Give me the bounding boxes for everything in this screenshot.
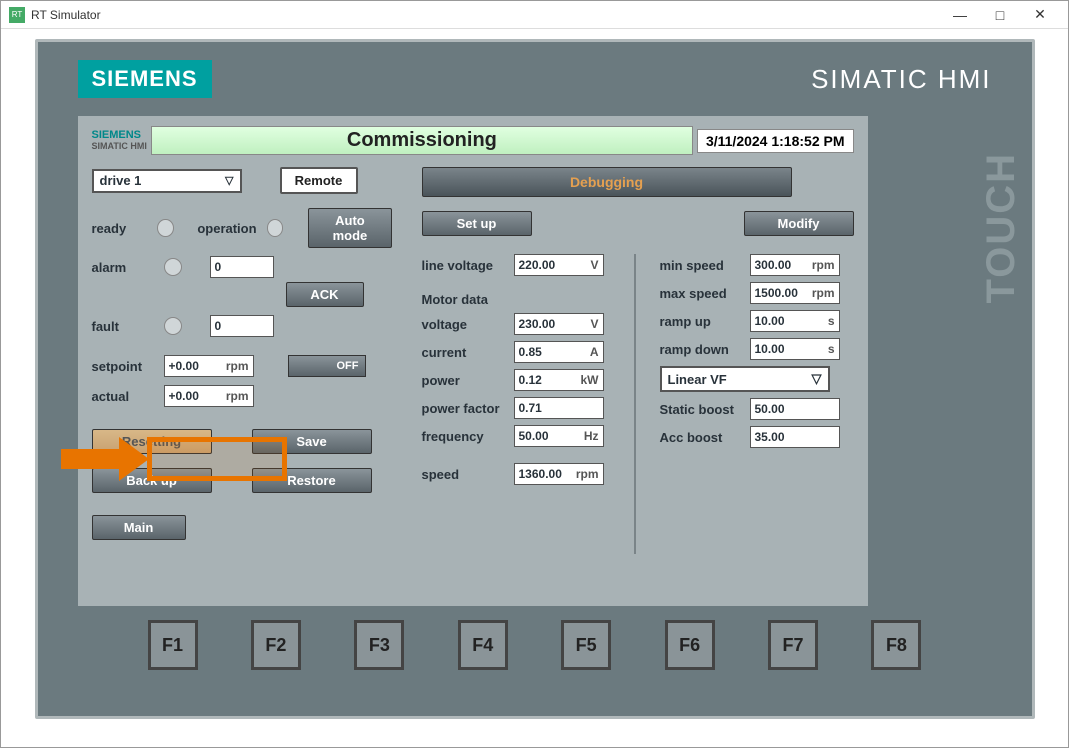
setup-button[interactable]: Set up <box>422 211 532 236</box>
siemens-logo: SIEMENS <box>78 60 212 98</box>
app-icon: RT <box>9 7 25 23</box>
setpoint-value-box[interactable]: +0.00 rpm <box>164 355 254 377</box>
header-brand: SIEMENS <box>92 130 147 141</box>
f6-key[interactable]: F6 <box>665 620 715 670</box>
line-voltage-box[interactable]: 220.00V <box>514 254 604 276</box>
fault-indicator <box>164 317 182 335</box>
min-speed-label: min speed <box>660 258 744 273</box>
close-button[interactable]: ✕ <box>1020 5 1060 25</box>
actual-unit: rpm <box>226 389 249 403</box>
acc-boost-box[interactable]: 35.00 <box>750 426 840 448</box>
current-box[interactable]: 0.85A <box>514 341 604 363</box>
voltage-label: voltage <box>422 317 508 332</box>
alarm-indicator <box>164 258 182 276</box>
f3-key[interactable]: F3 <box>354 620 404 670</box>
drive-select-value: drive 1 <box>100 173 142 188</box>
operation-label: operation <box>197 221 256 236</box>
fault-label: fault <box>92 319 154 334</box>
annotation-highlight <box>147 437 287 481</box>
line-voltage-label: line voltage <box>422 258 508 273</box>
static-boost-label: Static boost <box>660 402 744 417</box>
operation-indicator <box>267 219 283 237</box>
remote-button[interactable]: Remote <box>280 167 358 194</box>
vf-select[interactable]: Linear VF ▽ <box>660 366 830 392</box>
f2-key[interactable]: F2 <box>251 620 301 670</box>
freq-label: frequency <box>422 429 508 444</box>
ramp-down-box[interactable]: 10.00s <box>750 338 840 360</box>
ramp-up-box[interactable]: 10.00s <box>750 310 840 332</box>
automode-button[interactable]: Auto mode <box>308 208 391 248</box>
ramp-down-label: ramp down <box>660 342 744 357</box>
motor-data-label: Motor data <box>422 292 488 307</box>
min-speed-box[interactable]: 300.00rpm <box>750 254 840 276</box>
speed-box[interactable]: 1360.00rpm <box>514 463 604 485</box>
power-box[interactable]: 0.12kW <box>514 369 604 391</box>
actual-value-box: +0.00 rpm <box>164 385 254 407</box>
drive-select[interactable]: drive 1 ▽ <box>92 169 242 193</box>
setpoint-label: setpoint <box>92 359 154 374</box>
main-button[interactable]: Main <box>92 515 186 540</box>
actual-label: actual <box>92 389 154 404</box>
actual-value: +0.00 <box>169 389 199 403</box>
modify-button[interactable]: Modify <box>744 211 854 236</box>
window-title: RT Simulator <box>31 8 940 22</box>
power-label: power <box>422 373 508 388</box>
max-speed-label: max speed <box>660 286 744 301</box>
maximize-button[interactable]: □ <box>980 5 1020 25</box>
alarm-value-box[interactable]: 0 <box>210 256 274 278</box>
ready-indicator <box>157 219 173 237</box>
setpoint-value: +0.00 <box>169 359 199 373</box>
datetime-display: 3/11/2024 1:18:52 PM <box>697 129 854 153</box>
vf-select-value: Linear VF <box>668 372 727 387</box>
ack-button[interactable]: ACK <box>286 282 364 307</box>
alarm-value: 0 <box>215 260 222 274</box>
ready-label: ready <box>92 221 148 236</box>
product-label: SIMATIC HMI <box>811 64 991 95</box>
freq-box[interactable]: 50.00Hz <box>514 425 604 447</box>
debugging-button[interactable]: Debugging <box>422 167 792 197</box>
off-label: OFF <box>337 360 359 372</box>
touch-label: TOUCH <box>979 152 1024 303</box>
window-titlebar: RT RT Simulator — □ ✕ <box>1 1 1068 29</box>
f7-key[interactable]: F7 <box>768 620 818 670</box>
acc-boost-label: Acc boost <box>660 430 744 445</box>
pf-box[interactable]: 0.71 <box>514 397 604 419</box>
page-title: Commissioning <box>151 126 693 155</box>
f4-key[interactable]: F4 <box>458 620 508 670</box>
current-label: current <box>422 345 508 360</box>
static-boost-box[interactable]: 50.00 <box>750 398 840 420</box>
off-toggle[interactable]: OFF <box>288 355 366 377</box>
max-speed-box[interactable]: 1500.00rpm <box>750 282 840 304</box>
voltage-box[interactable]: 230.00V <box>514 313 604 335</box>
chevron-down-icon: ▽ <box>812 371 822 387</box>
f5-key[interactable]: F5 <box>561 620 611 670</box>
alarm-label: alarm <box>92 260 154 275</box>
minimize-button[interactable]: — <box>940 5 980 25</box>
fault-value-box[interactable]: 0 <box>210 315 274 337</box>
speed-label: speed <box>422 467 508 482</box>
f8-key[interactable]: F8 <box>871 620 921 670</box>
ramp-up-label: ramp up <box>660 314 744 329</box>
fault-value: 0 <box>215 319 222 333</box>
chevron-down-icon: ▽ <box>225 174 233 187</box>
header-brand-sub: SIMATIC HMI <box>92 141 147 151</box>
setpoint-unit: rpm <box>226 359 249 373</box>
f1-key[interactable]: F1 <box>148 620 198 670</box>
pf-label: power factor <box>422 401 508 416</box>
